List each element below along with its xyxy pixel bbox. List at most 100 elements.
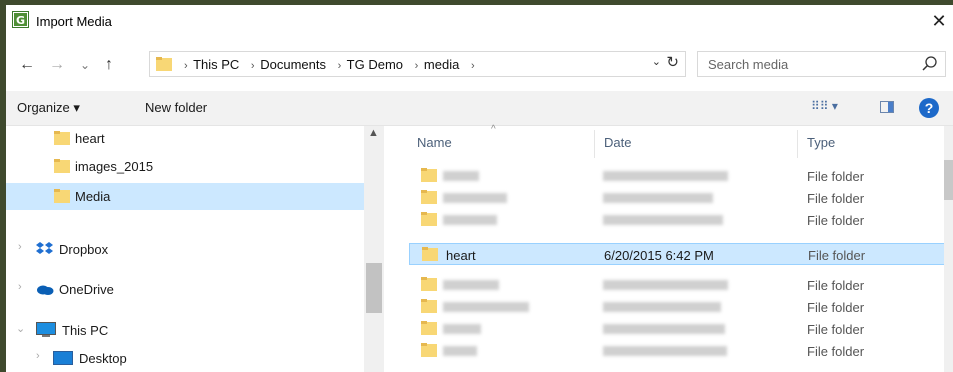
- sort-ascending-icon: ^: [491, 124, 496, 135]
- folder-icon: [54, 189, 70, 203]
- search-input[interactable]: [698, 52, 923, 76]
- table-row[interactable]: File folder: [409, 318, 947, 340]
- sidebar-item-label: images_2015: [75, 159, 154, 174]
- row-type: File folder: [808, 248, 866, 263]
- recent-locations-button[interactable]: ⌄: [74, 54, 96, 76]
- dropbox-icon: [36, 242, 53, 254]
- redacted-name: [443, 215, 497, 225]
- column-header-type[interactable]: Type: [807, 135, 835, 150]
- chevron-down-icon[interactable]: ⌄: [652, 55, 661, 68]
- redacted-date: [603, 193, 713, 203]
- folder-icon: [421, 277, 437, 291]
- breadcrumb-item[interactable]: media: [424, 57, 459, 72]
- row-name: heart: [446, 248, 476, 263]
- folder-icon: [156, 57, 172, 71]
- view-options-icon[interactable]: ⠿⠿ ▾: [811, 99, 838, 113]
- row-date: 6/20/2015 6:42 PM: [604, 248, 714, 263]
- breadcrumb-separator: ›: [184, 60, 188, 72]
- import-media-dialog: G Import Media ✕ ← → ⌄ ↑ › This PC › Doc…: [6, 5, 953, 372]
- row-type: File folder: [807, 191, 865, 206]
- forward-button[interactable]: →: [46, 54, 68, 76]
- sidebar-item-label: Desktop: [79, 351, 127, 366]
- folder-icon: [54, 131, 70, 145]
- sidebar-item-onedrive[interactable]: › OneDrive: [6, 277, 364, 302]
- table-row[interactable]: File folder: [409, 165, 947, 187]
- organize-button[interactable]: Organize ▾: [17, 100, 80, 116]
- onedrive-icon: [37, 285, 54, 295]
- scrollbar-thumb[interactable]: [944, 160, 953, 200]
- sidebar-item-dropbox[interactable]: › Dropbox: [6, 237, 364, 262]
- folder-icon: [421, 299, 437, 313]
- table-row[interactable]: File folder: [409, 274, 947, 296]
- search-icon[interactable]: [921, 54, 939, 74]
- help-icon[interactable]: ?: [919, 98, 939, 118]
- folder-icon: [422, 247, 438, 261]
- column-divider[interactable]: [797, 130, 798, 158]
- folder-icon: [421, 168, 437, 182]
- folder-icon: [421, 190, 437, 204]
- sidebar-item-label: OneDrive: [59, 282, 114, 297]
- folder-icon: [421, 343, 437, 357]
- breadcrumb-separator: ›: [470, 60, 475, 72]
- breadcrumb-separator: ›: [414, 60, 419, 72]
- expand-icon[interactable]: ›: [36, 350, 40, 362]
- file-list: Name ^ Date Type File folder File folder…: [407, 124, 953, 372]
- sidebar-item-label: This PC: [62, 323, 109, 338]
- redacted-name: [443, 193, 507, 203]
- row-type: File folder: [807, 300, 865, 315]
- sidebar-item-label: Dropbox: [59, 242, 109, 257]
- file-list-scrollbar[interactable]: [944, 126, 953, 372]
- table-row[interactable]: File folder: [409, 187, 947, 209]
- sidebar-item-this-pc[interactable]: ⌄ This PC: [6, 318, 364, 343]
- close-button[interactable]: ✕: [925, 7, 953, 35]
- sidebar-item-images-2015[interactable]: images_2015: [6, 154, 364, 179]
- search-box[interactable]: [697, 51, 946, 77]
- redacted-name: [443, 280, 499, 290]
- folder-icon: [421, 321, 437, 335]
- window-title: Import Media: [36, 14, 112, 29]
- redacted-date: [603, 324, 725, 334]
- redacted-date: [603, 302, 721, 312]
- preview-pane-icon[interactable]: [880, 101, 894, 113]
- sidebar-item-desktop[interactable]: › Desktop: [6, 346, 364, 371]
- breadcrumb-item[interactable]: This PC: [193, 57, 239, 72]
- navigation-scrollbar[interactable]: ▲: [364, 126, 384, 372]
- redacted-name: [443, 346, 477, 356]
- up-button[interactable]: ↑: [98, 54, 120, 76]
- row-type: File folder: [807, 344, 865, 359]
- row-type: File folder: [807, 278, 865, 293]
- collapse-icon[interactable]: ⌄: [16, 322, 25, 335]
- redacted-date: [603, 346, 727, 356]
- scrollbar-thumb[interactable]: [366, 263, 382, 313]
- breadcrumb-item[interactable]: Documents: [260, 57, 326, 72]
- sidebar-item-heart[interactable]: heart: [6, 126, 364, 151]
- address-bar[interactable]: › This PC › Documents › TG Demo › media …: [149, 51, 686, 77]
- table-row[interactable]: File folder: [409, 209, 947, 231]
- table-row[interactable]: File folder: [409, 296, 947, 318]
- app-icon: G: [12, 11, 29, 28]
- desktop-icon: [53, 351, 73, 365]
- back-button[interactable]: ←: [16, 54, 38, 76]
- redacted-date: [603, 215, 723, 225]
- column-divider[interactable]: [594, 130, 595, 158]
- scroll-up-icon[interactable]: ▲: [368, 127, 379, 139]
- table-row-selected[interactable]: heart 6/20/2015 6:42 PM File folder: [409, 243, 947, 265]
- expand-icon[interactable]: ›: [18, 281, 22, 293]
- redacted-name: [443, 324, 481, 334]
- sidebar-item-label: heart: [75, 131, 105, 146]
- breadcrumb-separator: ›: [250, 60, 255, 72]
- refresh-icon[interactable]: ↻: [666, 53, 679, 71]
- column-header-date[interactable]: Date: [604, 135, 631, 150]
- breadcrumb: › This PC › Documents › TG Demo › media …: [178, 57, 477, 72]
- breadcrumb-separator: ›: [337, 60, 342, 72]
- breadcrumb-item[interactable]: TG Demo: [347, 57, 403, 72]
- column-header-name[interactable]: Name: [417, 135, 452, 150]
- new-folder-button[interactable]: New folder: [145, 100, 207, 115]
- table-row[interactable]: File folder: [409, 340, 947, 362]
- sidebar-item-media[interactable]: Media: [6, 183, 364, 210]
- title-bar: G Import Media ✕: [6, 5, 953, 38]
- computer-icon: [36, 322, 56, 337]
- folder-icon: [54, 159, 70, 173]
- redacted-date: [603, 280, 728, 290]
- expand-icon[interactable]: ›: [18, 241, 22, 253]
